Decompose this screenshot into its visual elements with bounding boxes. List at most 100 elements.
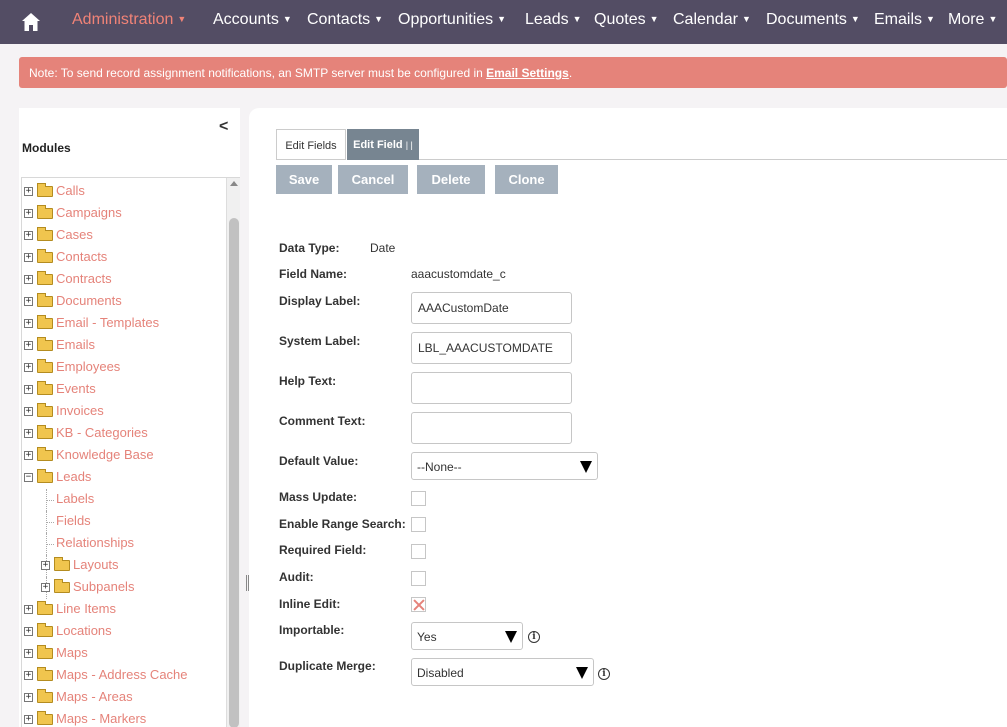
sidebar-item-label[interactable]: Relationships xyxy=(56,535,134,550)
sidebar-item[interactable]: + Maps - Areas xyxy=(22,687,226,709)
sidebar-item-label[interactable]: Line Items xyxy=(56,601,116,616)
expand-icon[interactable]: + xyxy=(24,671,33,680)
sidebar-item[interactable]: + Invoices xyxy=(22,401,226,423)
expand-icon[interactable]: + xyxy=(24,297,33,306)
sidebar-item[interactable]: + Cases xyxy=(22,225,226,247)
sidebar-item-label[interactable]: Invoices xyxy=(56,403,104,418)
expand-icon[interactable]: + xyxy=(41,561,50,570)
inline-edit-checkbox[interactable] xyxy=(411,597,426,612)
sidebar-item[interactable]: + Contracts xyxy=(22,269,226,291)
sidebar-item[interactable]: + Layouts xyxy=(22,555,226,577)
sidebar-item-label[interactable]: Knowledge Base xyxy=(56,447,154,462)
sidebar-item-label[interactable]: Campaigns xyxy=(56,205,122,220)
info-icon[interactable]: i xyxy=(528,631,540,643)
nav-more[interactable]: More ▼ xyxy=(948,11,997,29)
nav-quotes[interactable]: Quotes ▼ xyxy=(594,11,659,29)
home-icon[interactable] xyxy=(12,8,48,36)
sidebar-item-label[interactable]: Locations xyxy=(56,623,112,638)
expand-icon[interactable]: + xyxy=(24,385,33,394)
expand-icon[interactable]: + xyxy=(24,275,33,284)
expand-icon[interactable]: + xyxy=(24,627,33,636)
sidebar-item-label[interactable]: Maps - Markers xyxy=(56,711,146,726)
expand-icon[interactable]: + xyxy=(24,693,33,702)
sidebar-item-label[interactable]: Documents xyxy=(56,293,122,308)
sidebar-item[interactable]: + Campaigns xyxy=(22,203,226,225)
sidebar-item[interactable]: + Knowledge Base xyxy=(22,445,226,467)
sidebar-item[interactable]: + Calls xyxy=(22,181,226,203)
delete-button[interactable]: Delete xyxy=(417,165,485,194)
nav-accounts[interactable]: Accounts ▼ xyxy=(213,11,292,29)
tab-edit-field[interactable]: Edit Field | | xyxy=(347,129,419,160)
sidebar-item[interactable]: + Subpanels xyxy=(22,577,226,599)
sidebar-item-label[interactable]: Maps - Address Cache xyxy=(56,667,188,682)
sidebar-item-label[interactable]: Maps - Areas xyxy=(56,689,133,704)
sidebar-item-label[interactable]: Employees xyxy=(56,359,120,374)
expand-icon[interactable]: + xyxy=(41,583,50,592)
expand-icon[interactable]: + xyxy=(24,319,33,328)
required-field-checkbox[interactable] xyxy=(411,544,426,559)
sidebar-item[interactable]: + Email - Templates xyxy=(22,313,226,335)
mass-update-checkbox[interactable] xyxy=(411,491,426,506)
expand-icon[interactable]: + xyxy=(24,407,33,416)
sidebar-item[interactable]: − Leads xyxy=(22,467,226,489)
nav-contacts[interactable]: Contacts ▼ xyxy=(307,11,383,29)
sidebar-item-label[interactable]: Emails xyxy=(56,337,95,352)
collapse-icon[interactable]: − xyxy=(24,473,33,482)
sidebar-item[interactable]: + Events xyxy=(22,379,226,401)
range-search-checkbox[interactable] xyxy=(411,517,426,532)
nav-opportunities[interactable]: Opportunities ▼ xyxy=(398,11,506,29)
nav-emails[interactable]: Emails ▼ xyxy=(874,11,935,29)
sidebar-item-label[interactable]: Contacts xyxy=(56,249,107,264)
sidebar-item[interactable]: + KB - Categories xyxy=(22,423,226,445)
info-icon[interactable]: i xyxy=(598,668,610,680)
sidebar-item-label[interactable]: Email - Templates xyxy=(56,315,159,330)
scrollbar-thumb[interactable] xyxy=(229,218,239,727)
help-text-input[interactable] xyxy=(411,372,572,404)
expand-icon[interactable]: + xyxy=(24,209,33,218)
expand-icon[interactable]: + xyxy=(24,605,33,614)
expand-icon[interactable]: + xyxy=(24,341,33,350)
expand-icon[interactable]: + xyxy=(24,429,33,438)
sidebar-item[interactable]: + Emails xyxy=(22,335,226,357)
expand-icon[interactable]: + xyxy=(24,649,33,658)
duplicate-merge-select[interactable]: Disabled xyxy=(411,658,594,686)
nav-leads[interactable]: Leads ▼ xyxy=(525,11,582,29)
expand-icon[interactable]: + xyxy=(24,253,33,262)
sidebar-item-label[interactable]: Events xyxy=(56,381,96,396)
sidebar-item[interactable]: + Locations xyxy=(22,621,226,643)
expand-icon[interactable]: + xyxy=(24,231,33,240)
sidebar-item-label[interactable]: KB - Categories xyxy=(56,425,148,440)
audit-checkbox[interactable] xyxy=(411,571,426,586)
expand-icon[interactable]: + xyxy=(24,451,33,460)
clone-button[interactable]: Clone xyxy=(495,165,558,194)
sidebar-item-label[interactable]: Calls xyxy=(56,183,85,198)
sidebar-item[interactable]: + Line Items xyxy=(22,599,226,621)
comment-text-input[interactable] xyxy=(411,412,572,444)
display-label-input[interactable] xyxy=(411,292,572,324)
nav-administration[interactable]: Administration ▼ xyxy=(72,11,186,29)
default-value-select[interactable]: --None-- xyxy=(411,452,598,480)
sidebar-item[interactable]: + Documents xyxy=(22,291,226,313)
sidebar-item-label[interactable]: Leads xyxy=(56,469,91,484)
sidebar-item[interactable]: + Employees xyxy=(22,357,226,379)
sidebar-item[interactable]: + Contacts xyxy=(22,247,226,269)
sidebar-item[interactable]: + Maps xyxy=(22,643,226,665)
save-button[interactable]: Save xyxy=(276,165,332,194)
nav-documents[interactable]: Documents ▼ xyxy=(766,11,860,29)
sidebar-item-label[interactable]: Labels xyxy=(56,491,94,506)
sidebar-item-label[interactable]: Contracts xyxy=(56,271,112,286)
sidebar-item[interactable]: + Maps - Address Cache xyxy=(22,665,226,687)
system-label-input[interactable] xyxy=(411,332,572,364)
email-settings-link[interactable]: Email Settings xyxy=(486,66,569,80)
sidebar-item[interactable]: + Maps - Markers xyxy=(22,709,226,727)
nav-calendar[interactable]: Calendar ▼ xyxy=(673,11,751,29)
sidebar-item-label[interactable]: Cases xyxy=(56,227,93,242)
cancel-button[interactable]: Cancel xyxy=(338,165,408,194)
scroll-up-arrow-icon[interactable] xyxy=(230,181,238,186)
tree-scrollbar[interactable] xyxy=(226,178,240,727)
sidebar-item-label[interactable]: Fields xyxy=(56,513,91,528)
sidebar-item-label[interactable]: Layouts xyxy=(73,557,119,572)
sidebar-item-label[interactable]: Maps xyxy=(56,645,88,660)
sidebar-item[interactable]: Relationships xyxy=(22,533,226,555)
tab-edit-fields[interactable]: Edit Fields xyxy=(276,129,346,160)
